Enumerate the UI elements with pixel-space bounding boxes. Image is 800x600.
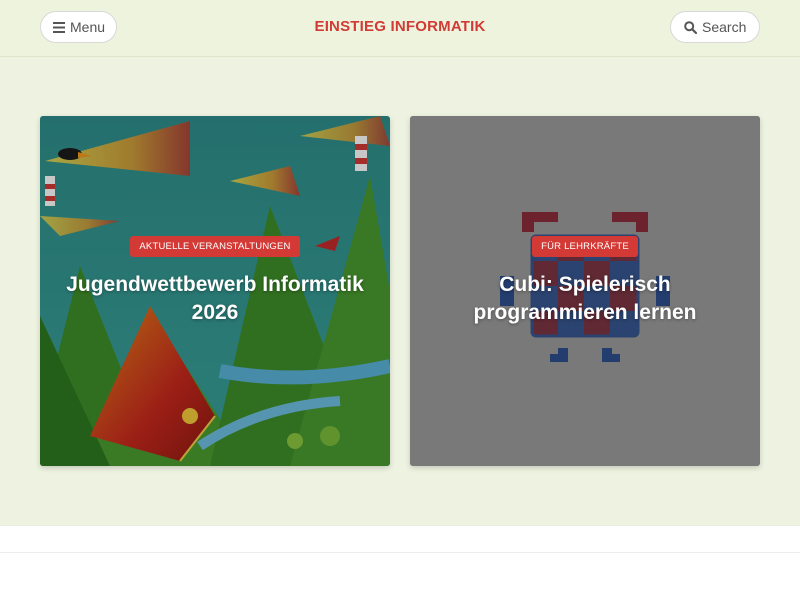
- section-divider: [0, 525, 800, 553]
- card-content: FÜR LEHRKRÄFTE Cubi: Spielerisch program…: [410, 236, 760, 327]
- search-label: Search: [702, 19, 747, 35]
- featured-card-cubi[interactable]: FÜR LEHRKRÄFTE Cubi: Spielerisch program…: [410, 116, 760, 466]
- search-button[interactable]: Search: [670, 11, 760, 43]
- category-badge[interactable]: AKTUELLE VERANSTALTUNGEN: [130, 236, 300, 257]
- search-icon: [684, 20, 697, 34]
- card-title[interactable]: Cubi: Spielerisch programmieren lernen: [425, 271, 745, 327]
- featured-card-jugendwettbewerb[interactable]: AKTUELLE VERANSTALTUNGEN Jugendwettbewer…: [40, 116, 390, 466]
- card-title[interactable]: Jugendwettbewerb Informatik 2026: [55, 271, 375, 327]
- site-header: Menu EINSTIEG INFORMATIK Search: [0, 0, 800, 57]
- card-content: AKTUELLE VERANSTALTUNGEN Jugendwettbewer…: [40, 236, 390, 327]
- category-badge[interactable]: FÜR LEHRKRÄFTE: [532, 236, 638, 257]
